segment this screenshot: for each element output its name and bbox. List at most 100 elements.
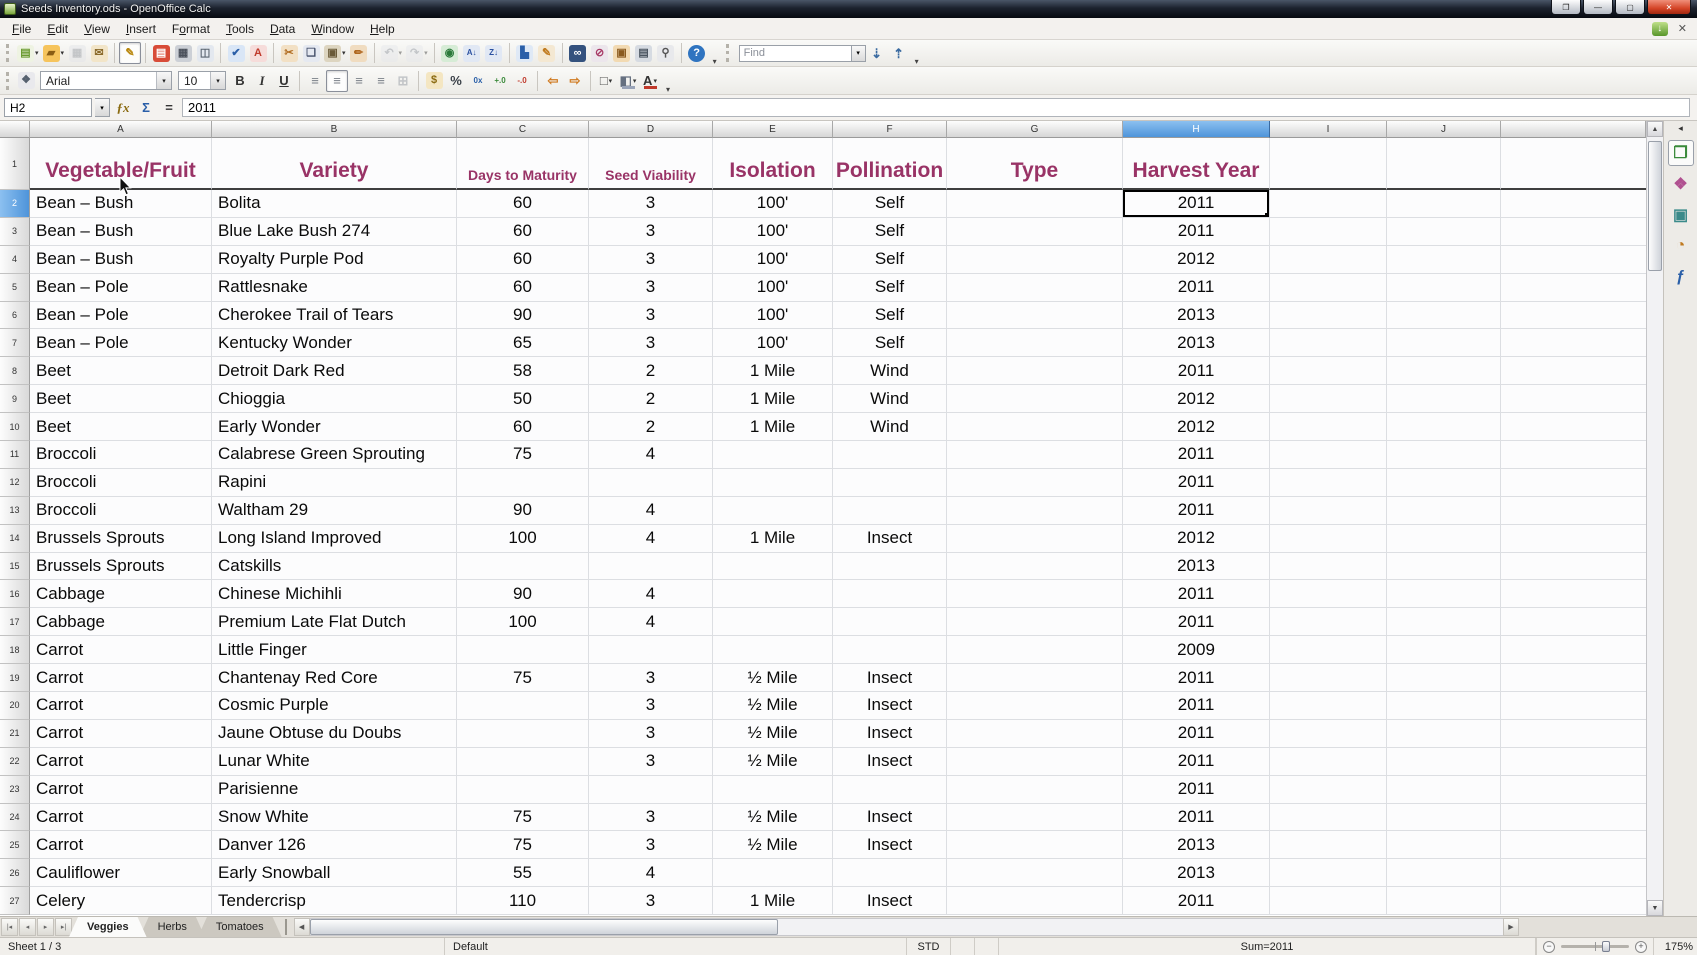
cell-filler-13[interactable]: [1501, 497, 1646, 525]
cell-H22[interactable]: 2011: [1123, 748, 1270, 776]
cell-G14[interactable]: [947, 525, 1123, 553]
cell-filler-20[interactable]: [1501, 692, 1646, 720]
cell-filler-18[interactable]: [1501, 636, 1646, 664]
row-header-15[interactable]: 15: [0, 553, 30, 581]
cell-filler-17[interactable]: [1501, 608, 1646, 636]
cell-J24[interactable]: [1387, 804, 1501, 832]
horizontal-scroll-track[interactable]: [310, 918, 1503, 936]
cell-F11[interactable]: [833, 441, 947, 469]
cell-C2[interactable]: 60: [457, 190, 589, 218]
cell-F5[interactable]: Self: [833, 274, 947, 302]
font-size-dropdown-icon[interactable]: ▾: [210, 72, 225, 89]
vertical-scrollbar[interactable]: ▲ ▼: [1646, 121, 1663, 916]
cell-F13[interactable]: [833, 497, 947, 525]
cell-I22[interactable]: [1270, 748, 1387, 776]
cell-C20[interactable]: [457, 692, 589, 720]
cell-I13[interactable]: [1270, 497, 1387, 525]
cell-E18[interactable]: [713, 636, 833, 664]
cell-H16[interactable]: 2011: [1123, 580, 1270, 608]
cell-filler-23[interactable]: [1501, 776, 1646, 804]
number-standard-button[interactable]: 0x: [467, 70, 489, 92]
cell-C22[interactable]: [457, 748, 589, 776]
cell-F19[interactable]: Insect: [833, 664, 947, 692]
menu-help[interactable]: Help: [362, 20, 403, 38]
cell-E9[interactable]: 1 Mile: [713, 385, 833, 413]
find-dropdown-button[interactable]: ▾: [851, 45, 866, 62]
menu-tools[interactable]: Tools: [218, 20, 262, 38]
row-header-14[interactable]: 14: [0, 525, 30, 553]
cell-G13[interactable]: [947, 497, 1123, 525]
cell-C10[interactable]: 60: [457, 413, 589, 441]
row-header-9[interactable]: 9: [0, 385, 30, 413]
column-header-J[interactable]: J: [1387, 121, 1501, 138]
row-header-22[interactable]: 22: [0, 748, 30, 776]
cell-J12[interactable]: [1387, 469, 1501, 497]
row-header-10[interactable]: 10: [0, 413, 30, 441]
cell-B21[interactable]: Jaune Obtuse du Doubs: [212, 720, 457, 748]
cell-D8[interactable]: 2: [589, 357, 713, 385]
row-header-23[interactable]: 23: [0, 776, 30, 804]
cell-D15[interactable]: [589, 553, 713, 581]
cell-G17[interactable]: [947, 608, 1123, 636]
align-right-button[interactable]: ≡: [348, 70, 370, 92]
cell-B18[interactable]: Little Finger: [212, 636, 457, 664]
cell-J13[interactable]: [1387, 497, 1501, 525]
cell-G24[interactable]: [947, 804, 1123, 832]
cell-B13[interactable]: Waltham 29: [212, 497, 457, 525]
row-header-19[interactable]: 19: [0, 664, 30, 692]
cell-F14[interactable]: Insect: [833, 525, 947, 553]
cell-I15[interactable]: [1270, 553, 1387, 581]
cell-E10[interactable]: 1 Mile: [713, 413, 833, 441]
close-document-button[interactable]: ✕: [1678, 22, 1687, 35]
cell-G25[interactable]: [947, 831, 1123, 859]
cell-C8[interactable]: 58: [457, 357, 589, 385]
cell-E3[interactable]: 100': [713, 218, 833, 246]
cell-C25[interactable]: 75: [457, 831, 589, 859]
cell-H6[interactable]: 2013: [1123, 302, 1270, 330]
scroll-down-button[interactable]: ▼: [1647, 900, 1663, 916]
cell-reference-dropdown[interactable]: ▾: [95, 98, 110, 117]
cell-H4[interactable]: 2012: [1123, 246, 1270, 274]
menu-edit[interactable]: Edit: [39, 20, 76, 38]
font-name-dropdown-icon[interactable]: ▾: [156, 72, 171, 89]
cell-D27[interactable]: 3: [589, 887, 713, 915]
cell-J25[interactable]: [1387, 831, 1501, 859]
tab-splitter-handle[interactable]: [285, 919, 291, 935]
cell-B5[interactable]: Rattlesnake: [212, 274, 457, 302]
cell-D20[interactable]: 3: [589, 692, 713, 720]
cell-E25[interactable]: ½ Mile: [713, 831, 833, 859]
cell-J5[interactable]: [1387, 274, 1501, 302]
cell-E19[interactable]: ½ Mile: [713, 664, 833, 692]
cell-filler-21[interactable]: [1501, 720, 1646, 748]
cell-F15[interactable]: [833, 553, 947, 581]
sidebar-collapse-icon[interactable]: ◂: [1678, 123, 1683, 135]
background-color-button[interactable]: ◧▾: [617, 70, 639, 92]
gallery-button[interactable]: ▣: [611, 42, 633, 64]
cell-J11[interactable]: [1387, 441, 1501, 469]
cell-filler-25[interactable]: [1501, 831, 1646, 859]
cell-filler-1[interactable]: [1501, 138, 1646, 190]
cell-H19[interactable]: 2011: [1123, 664, 1270, 692]
cell-D18[interactable]: [589, 636, 713, 664]
sidebar-navigator-button[interactable]: ◔: [1668, 233, 1694, 259]
menu-window[interactable]: Window: [303, 20, 362, 38]
cell-A13[interactable]: Broccoli: [30, 497, 212, 525]
cell-D26[interactable]: 4: [589, 859, 713, 887]
extra-window-button[interactable]: ❐: [1551, 0, 1581, 15]
cell-E14[interactable]: 1 Mile: [713, 525, 833, 553]
cell-D22[interactable]: 3: [589, 748, 713, 776]
column-header-E[interactable]: E: [713, 121, 833, 138]
cell-filler-10[interactable]: [1501, 413, 1646, 441]
cell-B22[interactable]: Lunar White: [212, 748, 457, 776]
cell-J8[interactable]: [1387, 357, 1501, 385]
cell-B12[interactable]: Rapini: [212, 469, 457, 497]
cell-H25[interactable]: 2013: [1123, 831, 1270, 859]
row-header-25[interactable]: 25: [0, 831, 30, 859]
cell-A19[interactable]: Carrot: [30, 664, 212, 692]
cell-F21[interactable]: Insect: [833, 720, 947, 748]
scroll-left-button[interactable]: ◀: [294, 918, 310, 936]
row-header-16[interactable]: 16: [0, 580, 30, 608]
number-percent-button[interactable]: %: [445, 70, 467, 92]
sheet-last-button[interactable]: ▸|: [55, 918, 72, 936]
cell-J9[interactable]: [1387, 385, 1501, 413]
